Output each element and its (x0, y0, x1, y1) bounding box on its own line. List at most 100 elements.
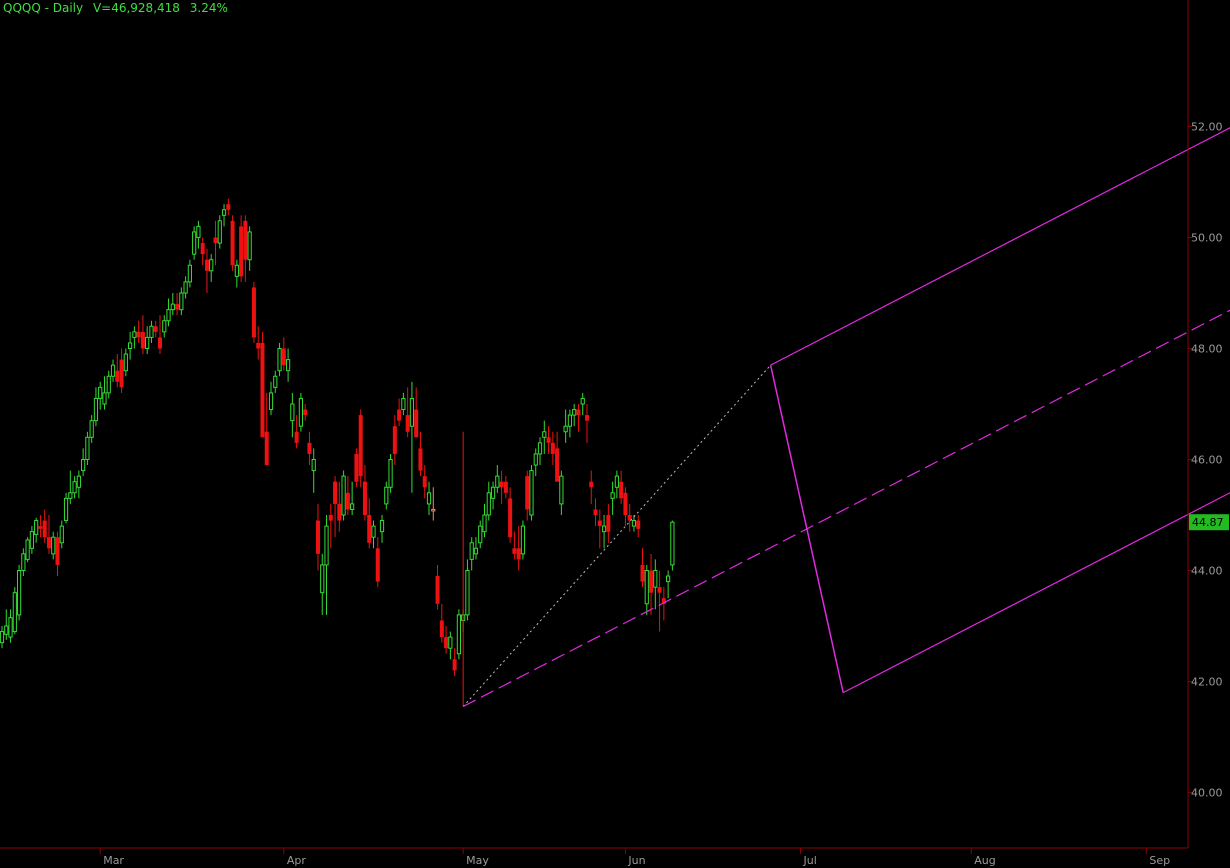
candle-body (59, 525, 64, 544)
candle (358, 409, 363, 488)
candle-body (149, 325, 154, 338)
candle (4, 609, 9, 640)
candle (315, 503, 320, 571)
candle-body (264, 431, 269, 466)
candle (512, 531, 517, 560)
candle (247, 226, 252, 271)
candle-body (409, 397, 415, 427)
candle (597, 509, 602, 549)
candle-body (593, 509, 598, 515)
candle-body (179, 292, 184, 311)
candle-body (42, 520, 47, 538)
x-tick-label: Aug (974, 854, 995, 867)
candle-body (12, 592, 17, 633)
candle (555, 431, 560, 482)
candle-body (38, 526, 43, 529)
candle-body (520, 525, 526, 555)
candle-body (136, 331, 141, 338)
candle (298, 392, 303, 432)
candle (533, 448, 538, 477)
candle (307, 431, 312, 466)
candle-body (230, 220, 235, 266)
candle (196, 220, 201, 249)
candle-body (418, 448, 423, 471)
candle (482, 503, 487, 538)
candle-body (572, 409, 577, 416)
candle (128, 331, 133, 360)
y-tick-label: 46.00 (1191, 454, 1223, 467)
candle-body (495, 475, 500, 488)
candle (303, 404, 308, 421)
x-tick-label: Mar (103, 854, 124, 867)
candle-body (303, 409, 308, 416)
candle-body (469, 542, 474, 560)
candle (217, 215, 222, 249)
candle-body (555, 448, 560, 482)
candle (529, 465, 534, 521)
candle-body (290, 403, 295, 422)
candle-body (132, 331, 137, 338)
candle (439, 603, 444, 643)
candle (239, 215, 244, 282)
candle-body (414, 409, 419, 438)
y-tick-label: 40.00 (1191, 787, 1223, 800)
candle-body (93, 397, 99, 422)
candle-body (123, 353, 128, 372)
candle (153, 320, 158, 338)
candle-body (649, 570, 654, 593)
candle-body (221, 209, 227, 216)
candle (204, 248, 209, 293)
candle (106, 370, 111, 399)
candle (98, 381, 103, 410)
candle-body (166, 309, 171, 322)
candle-body (106, 375, 111, 394)
candle (473, 537, 479, 560)
candle (610, 481, 615, 515)
candle (576, 404, 581, 432)
candle (136, 320, 141, 343)
candle (354, 448, 359, 488)
candle-body (354, 453, 359, 482)
price-chart[interactable]: 40.00 42.00 44.00 46.00 48.00 50.00 52.00 Mar Ap… (0, 0, 1230, 868)
candle-body (512, 548, 517, 554)
candle (350, 481, 355, 515)
candle (636, 515, 641, 538)
candle (311, 448, 316, 493)
candle-body (98, 386, 103, 399)
candle (384, 481, 389, 510)
candle-body (631, 520, 637, 527)
candle (341, 470, 346, 521)
candle-body (4, 625, 9, 635)
candle (490, 481, 496, 510)
candle-body (384, 486, 389, 505)
candle (256, 326, 261, 360)
candle (623, 487, 628, 527)
candle-body (486, 492, 491, 516)
candle (426, 481, 432, 515)
candle (580, 392, 585, 416)
candle-body (21, 553, 26, 571)
candle (584, 404, 589, 443)
y-tick-label: 44.00 (1191, 565, 1223, 578)
candle-body (653, 570, 658, 588)
candle-body (456, 614, 461, 655)
candle (115, 354, 120, 388)
candle (362, 465, 367, 521)
candle (619, 470, 624, 504)
candle-body (508, 498, 513, 538)
y-tick-label: 50.00 (1191, 232, 1223, 245)
candle (72, 476, 77, 499)
candle-body (589, 481, 594, 488)
candle-body (315, 520, 320, 554)
candle (422, 465, 427, 499)
candle (132, 326, 137, 349)
candle (572, 404, 577, 427)
candle (640, 548, 645, 588)
candle-body (431, 508, 436, 512)
candle (213, 220, 218, 266)
candle-body (614, 475, 619, 488)
candle-body (388, 459, 393, 488)
candle (157, 315, 162, 355)
candle-body (298, 397, 303, 427)
candle (503, 476, 508, 499)
